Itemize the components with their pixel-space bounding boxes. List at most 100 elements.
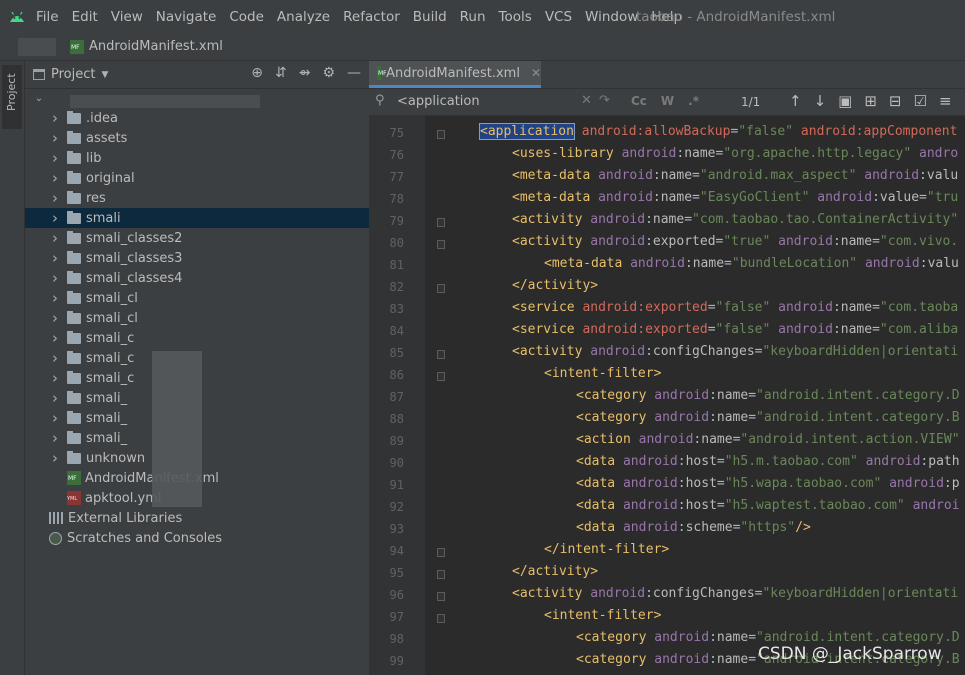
project-tool-tab[interactable]: Project (2, 65, 22, 129)
fold-marker-icon[interactable] (437, 592, 445, 601)
search-input[interactable]: <application (397, 94, 480, 109)
fold-marker-icon[interactable] (437, 350, 445, 359)
tree-item[interactable]: › assets (25, 128, 369, 148)
chevron-right-icon[interactable]: › (49, 189, 61, 207)
chevron-right-icon[interactable]: › (49, 449, 61, 467)
close-icon[interactable]: ✕ (531, 66, 541, 80)
menu-item-run[interactable]: Run (460, 9, 486, 25)
chevron-right-icon[interactable]: › (49, 229, 61, 247)
more-options-icon[interactable]: ≡ (939, 92, 952, 110)
filter-icon[interactable]: ☑ (914, 92, 927, 110)
tree-item[interactable]: External Libraries (25, 508, 369, 528)
code-token: "com.aliba (879, 322, 959, 337)
fold-marker-icon[interactable] (437, 218, 445, 227)
fold-marker-icon[interactable] (437, 548, 445, 557)
chevron-right-icon[interactable]: › (49, 269, 61, 287)
history-icon[interactable]: ↷ (599, 93, 610, 108)
manifest-file-icon (377, 66, 387, 80)
menu-item-vcs[interactable]: VCS (545, 9, 572, 25)
tree-item[interactable]: › lib (25, 148, 369, 168)
chevron-right-icon[interactable]: › (49, 389, 61, 407)
code-token: : (709, 652, 717, 667)
code-token: <category (576, 388, 647, 403)
tree-item[interactable]: › original (25, 168, 369, 188)
libraries-icon (49, 512, 63, 524)
menu-item-navigate[interactable]: Navigate (156, 9, 217, 25)
code-token: : (645, 586, 653, 601)
line-number: 93 (389, 522, 404, 536)
previous-occurrence-icon[interactable]: ↑ (789, 92, 802, 110)
gear-icon[interactable]: ⚙ (322, 65, 335, 81)
tree-item[interactable]: › smali_c (25, 328, 369, 348)
watermark: CSDN @_JackSparrow (758, 644, 942, 664)
chevron-right-icon[interactable]: › (49, 409, 61, 427)
next-occurrence-icon[interactable]: ↓ (814, 92, 827, 110)
tree-item[interactable]: › res (25, 188, 369, 208)
chevron-right-icon[interactable]: › (49, 349, 61, 367)
chevron-right-icon[interactable]: › (49, 329, 61, 347)
menu-item-view[interactable]: View (111, 9, 143, 25)
tree-item[interactable]: Scratches and Consoles (25, 528, 369, 548)
fold-marker-icon[interactable] (437, 240, 445, 249)
chevron-right-icon[interactable]: › (49, 289, 61, 307)
chevron-right-icon[interactable]: › (49, 249, 61, 267)
add-occurrence-icon[interactable]: ⊞ (864, 92, 877, 110)
tree-item[interactable]: › smali (25, 208, 369, 228)
expand-all-icon[interactable]: ⇵ (275, 65, 287, 81)
menu-item-build[interactable]: Build (413, 9, 447, 25)
menu-item-analyze[interactable]: Analyze (277, 9, 330, 25)
fold-marker-icon[interactable] (437, 614, 445, 623)
menu-item-file[interactable]: File (36, 9, 59, 25)
remove-occurrence-icon[interactable]: ⊟ (889, 92, 902, 110)
code-editor[interactable]: <application android:allowBackup="false"… (425, 116, 965, 675)
fold-marker-icon[interactable] (437, 284, 445, 293)
code-token: : (677, 498, 686, 513)
whole-words-toggle[interactable]: W (661, 94, 674, 108)
tree-item-label: smali_c (86, 330, 135, 346)
fold-marker-icon[interactable] (437, 130, 445, 139)
menu-item-edit[interactable]: Edit (72, 9, 98, 25)
clear-search-icon[interactable]: ✕ (581, 93, 592, 108)
breadcrumb-file[interactable]: AndroidManifest.xml (89, 39, 223, 54)
regex-toggle[interactable]: .* (688, 94, 699, 108)
chevron-right-icon[interactable]: › (49, 169, 61, 187)
code-token: android (590, 212, 646, 227)
menu-item-refactor[interactable]: Refactor (343, 9, 400, 25)
code-token: android (889, 476, 944, 491)
locate-icon[interactable]: ⊕ (251, 65, 263, 81)
fold-marker-icon[interactable] (437, 570, 445, 579)
tab-android-manifest[interactable]: AndroidManifest.xml ✕ (369, 61, 541, 88)
menu-item-window[interactable]: Window (585, 9, 638, 25)
tree-item[interactable]: › smali_cl (25, 308, 369, 328)
code-token: host (685, 498, 717, 513)
collapse-all-icon[interactable]: ⇴ (299, 65, 311, 81)
select-all-occurrences-icon[interactable]: ▣ (838, 92, 852, 110)
fold-marker-icon[interactable] (437, 372, 445, 381)
chevron-right-icon[interactable]: › (49, 149, 61, 167)
tree-item[interactable]: › smali_classes2 (25, 228, 369, 248)
menu-item-code[interactable]: Code (229, 9, 264, 25)
tree-item[interactable]: › .idea (25, 108, 369, 128)
match-case-toggle[interactable]: Cc (631, 94, 647, 108)
tree-item[interactable]: › smali_cl (25, 288, 369, 308)
tree-item[interactable]: › smali_classes3 (25, 248, 369, 268)
chevron-right-icon[interactable]: › (49, 129, 61, 147)
tree-item-label: smali_ (86, 430, 128, 446)
chevron-right-icon[interactable]: › (49, 429, 61, 447)
search-icon[interactable]: ⚲ (375, 93, 385, 108)
chevron-right-icon[interactable]: › (49, 209, 61, 227)
chevron-right-icon[interactable]: › (49, 109, 61, 127)
minimize-icon[interactable]: — (347, 65, 361, 81)
project-view-selector[interactable]: Project ▼ (33, 67, 108, 82)
chevron-right-icon[interactable]: › (49, 309, 61, 327)
menu-item-tools[interactable]: Tools (499, 9, 532, 25)
chevron-right-icon[interactable]: › (49, 369, 61, 387)
tree-item[interactable]: › smali_classes4 (25, 268, 369, 288)
code-token: = (692, 168, 700, 183)
code-token: valu (927, 256, 959, 271)
breadcrumb[interactable]: AndroidManifest.xml (70, 39, 223, 54)
